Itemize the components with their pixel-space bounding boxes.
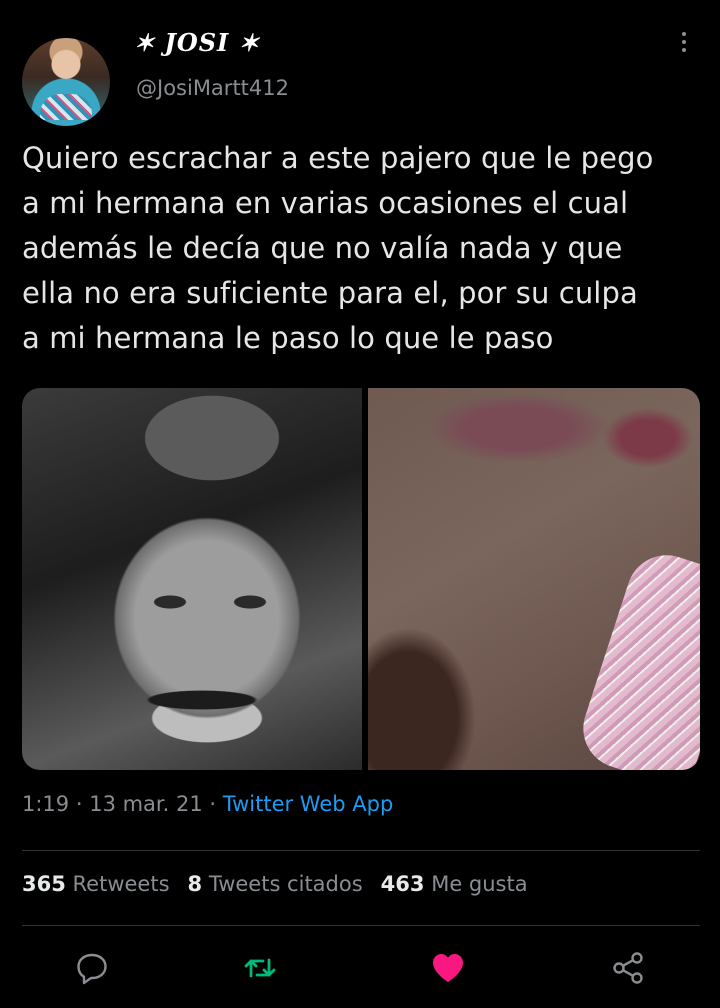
heart-icon bbox=[433, 954, 463, 982]
meta-separator: · bbox=[69, 792, 90, 816]
share-icon bbox=[613, 952, 643, 984]
retweets-label: Retweets bbox=[72, 872, 170, 896]
retweets-count: 365 bbox=[22, 872, 66, 896]
retweet-button[interactable] bbox=[240, 948, 280, 988]
retweet-icon bbox=[244, 958, 276, 978]
quotes-count: 8 bbox=[187, 872, 203, 896]
divider bbox=[22, 850, 700, 851]
tweet-meta: 1:19 · 13 mar. 21 · Twitter Web App bbox=[22, 792, 393, 816]
tweet-line: además le decía que no valía nada y que bbox=[22, 231, 623, 265]
action-bar bbox=[0, 940, 720, 996]
tweet-line: ella no era suficiente para el, por su c… bbox=[22, 276, 638, 310]
display-name[interactable]: ✶ JOSI ✶ bbox=[134, 28, 260, 57]
share-button[interactable] bbox=[608, 948, 648, 988]
photo-man-portrait[interactable] bbox=[22, 388, 362, 770]
retweets-stat[interactable]: 365 Retweets bbox=[22, 872, 170, 896]
likes-stat[interactable]: 463 Me gusta bbox=[381, 872, 528, 896]
like-button[interactable] bbox=[428, 948, 468, 988]
media-grid bbox=[22, 388, 700, 770]
photo-skin-bruise[interactable] bbox=[368, 388, 700, 770]
quotes-label: Tweets citados bbox=[208, 872, 363, 896]
avatar[interactable] bbox=[22, 38, 110, 126]
likes-label: Me gusta bbox=[431, 872, 528, 896]
meta-separator: · bbox=[202, 792, 223, 816]
tweet-text: Quiero escrachar a este pajero que le pe… bbox=[22, 136, 702, 361]
reply-icon bbox=[77, 953, 107, 985]
more-vertical-icon[interactable] bbox=[674, 32, 694, 60]
reply-button[interactable] bbox=[72, 948, 112, 988]
source-link[interactable]: Twitter Web App bbox=[223, 792, 394, 816]
tweet-line: a mi hermana le paso lo que le paso bbox=[22, 321, 554, 355]
likes-count: 463 bbox=[380, 872, 425, 896]
divider bbox=[22, 925, 700, 926]
user-handle[interactable]: @JosiMartt412 bbox=[136, 76, 289, 100]
tweet-date: 13 mar. 21 bbox=[89, 792, 203, 816]
tweet-line: a mi hermana en varias ocasiones el cual bbox=[22, 186, 629, 220]
tweet-header: ✶ JOSI ✶ @JosiMartt412 bbox=[0, 0, 720, 126]
tweet-line: Quiero escrachar a este pajero que le pe… bbox=[22, 141, 654, 175]
quotes-stat[interactable]: 8 Tweets citados bbox=[188, 872, 363, 896]
tweet-stats: 365 Retweets 8 Tweets citados 463 Me gusta bbox=[22, 872, 528, 896]
tweet-time: 1:19 bbox=[22, 792, 70, 816]
